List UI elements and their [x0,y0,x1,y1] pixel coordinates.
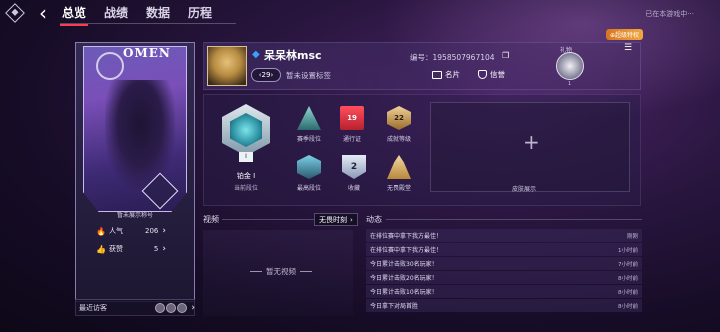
achievement-icon: 22 [387,106,411,130]
highest-rank[interactable]: 最高段位 [294,155,324,192]
video-mode-select[interactable]: 无畏时刻 › [314,213,358,226]
level-value: 29 [261,71,271,79]
season-rank[interactable]: 赛季段位 [294,106,324,143]
tab-divider [60,23,236,24]
hero-figure [105,80,175,190]
activity-text: 在排位赛中拿下我方最佳！ [370,247,443,254]
level-badge: ‹ 29 › [251,68,281,82]
tab-history[interactable]: 历程 [188,0,212,25]
list-item[interactable]: 今日累计击败30名玩家！ 7小时前 [366,257,642,270]
chevron-right-icon: › [270,71,274,79]
season-rank-icon [297,106,321,130]
activity-time: 8小时前 [618,303,638,310]
visitor-avatars [155,303,188,313]
activity-time: 8小时前 [618,289,638,296]
collection[interactable]: 2 收藏 [339,155,369,192]
activity-text: 今日累计击败30名玩家！ [370,261,438,268]
highest-rank-icon [297,155,321,179]
visitors-label: 最近访客 [79,304,107,312]
copy-icon[interactable]: ❐ [502,51,509,60]
current-rank-label: 当前段位 [233,185,258,192]
fire-icon: 🔥 [96,226,106,236]
list-item[interactable]: 在排位赛中拿下我方最佳！ 刚刚 [366,229,642,242]
activity-list: 在排位赛中拿下我方最佳！ 刚刚 在排位赛中拿下我方最佳！ 1小时前 今日累计击败30… [366,229,642,313]
list-item[interactable]: 今日累计击败20名玩家！ 8小时前 [366,271,642,284]
season-rank-label: 赛季段位 [296,136,321,143]
video-title: 视频 [203,215,219,224]
platinum-rank-icon[interactable]: I [218,104,274,164]
credit-button[interactable]: 信誉 [478,69,505,80]
credit-label: 信誉 [490,70,505,79]
verified-icon: ◆ [252,49,260,60]
activity-text: 在排位赛中拿下我方最佳！ [370,233,443,240]
chevron-right-icon: › [191,303,195,313]
empty-video-state: 暂无视频 [250,266,312,277]
rank-tier-number: I [239,152,253,162]
gift-icon[interactable] [556,52,584,80]
tab-data[interactable]: 数据 [146,0,170,25]
tab-records[interactable]: 战绩 [104,0,128,25]
chevron-right-icon: › [162,226,166,236]
collection-label: 收藏 [347,185,360,192]
tab-overview[interactable]: 总览 [59,0,89,26]
highest-rank-label: 最高段位 [296,185,321,192]
video-mode-label: 无畏时刻 [319,215,347,224]
hero-logo: OMEN [123,46,171,60]
current-rank-name: 铂金 I [236,172,256,180]
battle-pass-label: 通行证 [342,136,361,143]
activity-text: 今日累计击败10名玩家！ [370,289,438,296]
video-divider [222,219,314,220]
card-frame [75,242,195,302]
fearless-hall[interactable]: 无畏殿堂 [384,155,414,192]
popularity-row[interactable]: 🔥 人气 206 › [96,224,166,238]
settings-icon[interactable]: ☰ [620,43,636,55]
collection-icon: 2 [342,155,366,179]
avatar[interactable] [207,46,247,86]
activity-title: 动态 [366,215,382,224]
hero-emblem-icon [96,52,124,80]
home-diamond-icon[interactable] [5,3,25,23]
hall-icon [387,155,411,179]
achievement-label: 成就等级 [386,136,411,143]
empty-video-text: 暂无视频 [266,267,296,276]
pass-ticket-icon: 19 [340,106,364,130]
popularity-value: 206 [145,227,159,235]
profile-tag[interactable]: 暂未设置标签 [286,70,331,81]
namecard-button[interactable]: 名片 [432,69,460,80]
recent-visitors[interactable]: 最近访客 › [75,299,195,316]
activity-time: 8小时前 [618,275,638,282]
title-caption: 暂未展示称号 [116,212,153,219]
skin-showcase-label: 皮肤展示 [512,186,537,193]
list-item[interactable]: 今日拿下对局首胜 8小时前 [366,299,642,312]
chevron-right-icon: › [350,215,353,224]
list-item[interactable]: 今日累计击败10名玩家！ 8小时前 [366,285,642,298]
list-item[interactable]: 在排位赛中拿下我方最佳！ 1小时前 [366,243,642,256]
shield-icon [478,70,487,79]
popularity-label: 人气 [108,227,123,235]
hall-label: 无畏殿堂 [386,185,411,192]
player-id: 编号：1958507967104 [410,53,495,62]
achievement-level[interactable]: 22 成就等级 [384,106,414,143]
id-card-icon [432,70,442,79]
privilege-badge[interactable]: ⊕超级特权 [606,29,644,40]
game-status: 已在本游戏中··· [645,10,694,18]
gift-count: 1 [568,81,572,87]
plus-icon: + [523,130,540,154]
activity-divider [386,219,642,220]
nickname: 呆呆林msc [264,49,322,62]
battle-pass[interactable]: 19 通行证 [337,106,367,143]
namecard-label: 名片 [445,70,460,79]
activity-time: 刚刚 [626,233,638,240]
tab-bar: 总览 战绩 数据 历程 [59,0,212,26]
activity-text: 今日拿下对局首胜 [370,303,419,310]
back-button[interactable]: ‹ [34,3,52,23]
activity-time: 1小时前 [618,247,638,254]
activity-time: 7小时前 [618,261,638,268]
activity-text: 今日累计击败20名玩家！ [370,275,438,282]
